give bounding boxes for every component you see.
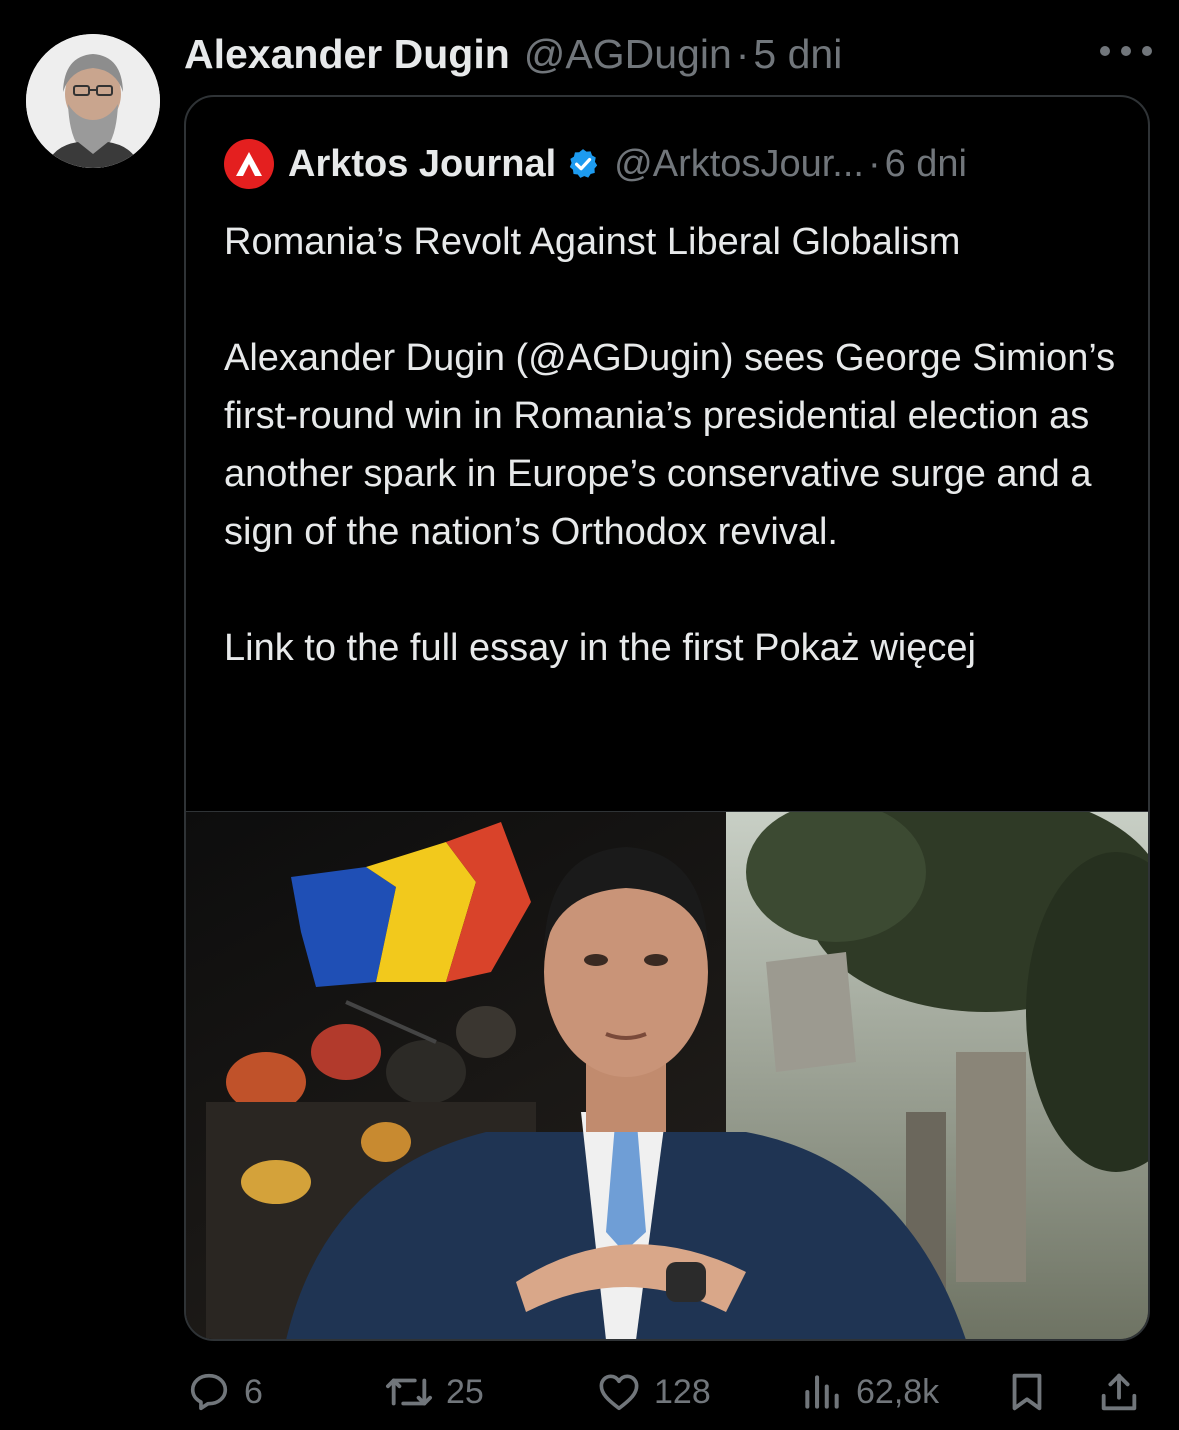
author-avatar[interactable] [26, 34, 160, 168]
views-icon [805, 1375, 839, 1409]
quoted-author-name[interactable]: Arktos Journal [288, 143, 556, 186]
more-icon[interactable] [1100, 36, 1152, 66]
repost-button[interactable]: 25 [384, 1362, 484, 1422]
quoted-title: Romania’s Revolt Against Liberal Globali… [224, 221, 961, 263]
quoted-link-paragraph: Link to the full essay in the first Poka… [224, 619, 1124, 677]
quoted-paragraph: Alexander Dugin (@AGDugin) sees George S… [224, 337, 1116, 553]
views-count: 62,8k [856, 1372, 940, 1411]
share-icon [1101, 1373, 1137, 1411]
separator-dot: · [867, 142, 881, 185]
like-icon [599, 1374, 639, 1411]
verified-icon [566, 147, 600, 181]
tweet-actions: 6 25 128 62,8k [186, 1362, 1148, 1422]
separator-dot: · [735, 31, 750, 77]
quoted-image[interactable] [186, 811, 1148, 1339]
share-button[interactable] [1096, 1362, 1142, 1422]
quoted-header: Arktos Journal @ArktosJour... · 6 dni [224, 139, 967, 189]
reply-icon [190, 1373, 228, 1411]
show-more-link[interactable]: Pokaż więcej [754, 627, 976, 669]
tweet-header: Alexander Dugin @AGDugin · 5 dni [184, 28, 842, 80]
bookmark-icon [1012, 1373, 1042, 1411]
like-count: 128 [654, 1372, 711, 1411]
repost-count: 25 [446, 1372, 484, 1411]
arktos-logo-icon[interactable] [224, 139, 274, 189]
quoted-author-handle[interactable]: @ArktosJour... [614, 143, 864, 186]
quoted-text: Romania’s Revolt Against Liberal Globali… [224, 213, 1124, 677]
quoted-tweet[interactable]: Arktos Journal @ArktosJour... · 6 dni Ro… [184, 95, 1150, 1341]
bookmark-button[interactable] [1004, 1362, 1050, 1422]
reply-count: 6 [244, 1372, 263, 1411]
more-dot [1142, 46, 1152, 56]
more-dot [1100, 46, 1110, 56]
like-button[interactable]: 128 [596, 1362, 711, 1422]
more-dot [1121, 46, 1131, 56]
tweet-timestamp[interactable]: 5 dni [753, 28, 842, 80]
repost-icon [385, 1378, 432, 1406]
views-button[interactable]: 62,8k [800, 1362, 939, 1422]
author-handle[interactable]: @AGDugin [524, 28, 732, 80]
quoted-link-text: Link to the full essay in the first [224, 627, 744, 669]
quoted-timestamp[interactable]: 6 dni [885, 143, 967, 186]
author-name[interactable]: Alexander Dugin [184, 28, 510, 80]
reply-button[interactable]: 6 [186, 1362, 263, 1422]
